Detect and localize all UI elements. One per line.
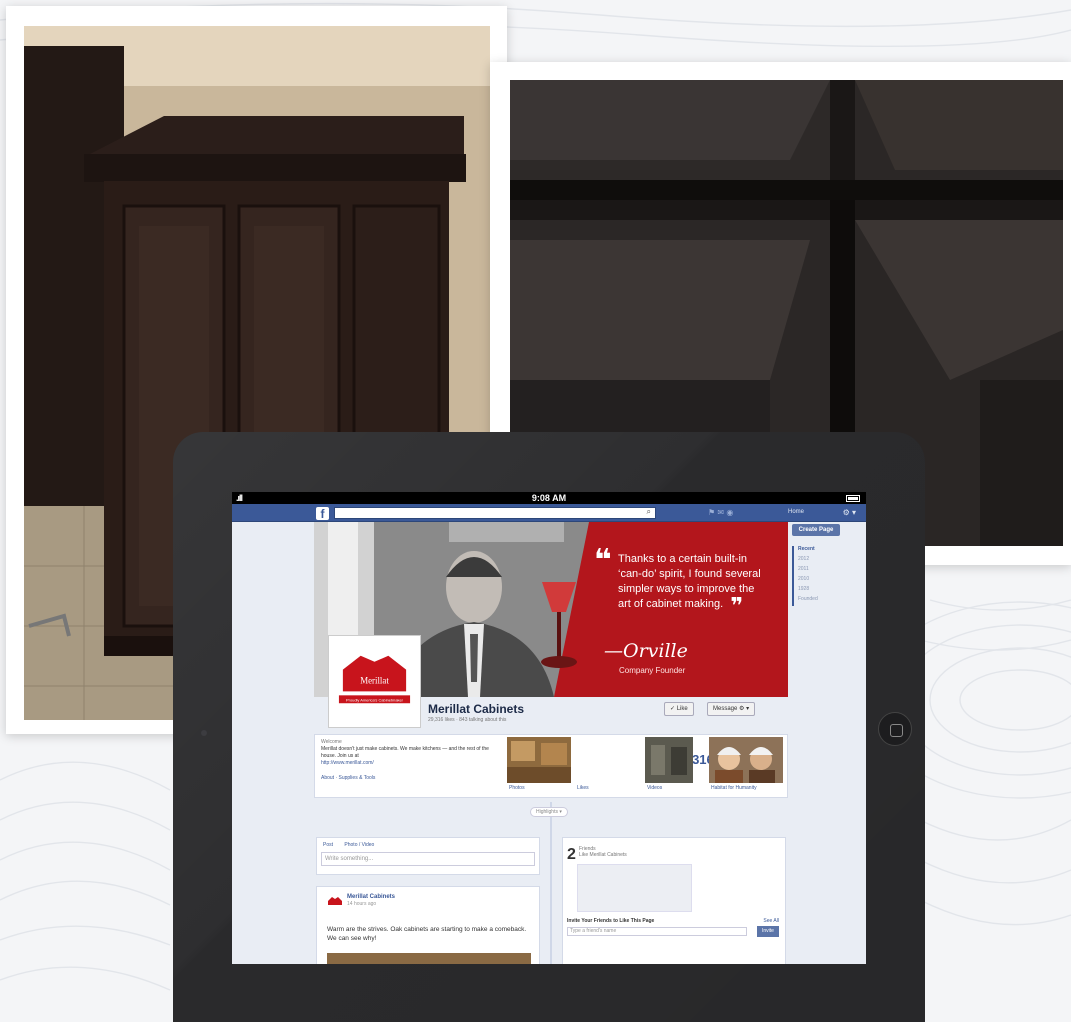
page-stats: 29,316 likes · 843 talking about this	[428, 717, 507, 723]
founder-signature: —Orville	[604, 640, 688, 662]
tablet-device: .ıll 9:08 AM f ⌕ ⚑ ✉ ◉ Home ⚙ ▾ Create P…	[173, 432, 925, 1022]
post-author[interactable]: Merillat Cabinets	[347, 894, 395, 900]
timeline-year-list: Recent 2012 2011 2010 1928 Founded	[792, 546, 852, 606]
invite-title: Invite Your Friends to Like This Page	[567, 918, 655, 924]
see-all-link[interactable]: See All	[763, 918, 779, 924]
highlights-dropdown[interactable]: Highlights ▾	[530, 807, 568, 817]
invite-friend-input[interactable]: Type a friend's name	[567, 927, 747, 936]
friends-line-2[interactable]: Like Merillat Cabinets	[579, 852, 627, 858]
rail-item-2012[interactable]: 2012	[798, 556, 852, 566]
timeline-divider	[550, 802, 552, 964]
merillat-logo: Merillat Proudly America's Cabinetmaker	[333, 640, 416, 723]
merillat-mini-logo	[328, 897, 342, 905]
signal-icon: .ıll	[236, 493, 243, 503]
magnifier-icon[interactable]: ⌕	[647, 507, 651, 517]
composer-tabs: Post Photo / Video	[317, 838, 539, 852]
about-section: Welcome Merillat doesn't just make cabin…	[321, 739, 499, 782]
quote-close-icon: ❞	[730, 593, 744, 618]
rail-item-founded[interactable]: Founded	[798, 596, 852, 606]
facebook-logo-icon[interactable]: f	[316, 507, 329, 521]
friends-count: 2	[567, 846, 576, 863]
habitat-label[interactable]: Habitat for Humanity	[711, 785, 757, 791]
settings-icon[interactable]: ⚙ ▾	[843, 508, 856, 517]
rail-item-1928[interactable]: 1928	[798, 586, 852, 596]
likes-label[interactable]: Likes	[577, 785, 589, 791]
rail-item-2010[interactable]: 2010	[798, 576, 852, 586]
tab-photo-video[interactable]: Photo / Video	[344, 842, 374, 848]
friends-thumbnails	[577, 864, 692, 912]
write-something-input[interactable]: Write something...	[321, 852, 535, 866]
videos-label[interactable]: Videos	[647, 785, 662, 791]
quote-open-icon: ❝	[594, 544, 612, 577]
photos-tile[interactable]	[507, 737, 571, 783]
post-text: Warm are the strives. Oak cabinets are s…	[327, 926, 527, 942]
about-heading: Welcome	[321, 739, 342, 745]
friends-caption: Friends Like Merillat Cabinets	[579, 846, 627, 858]
cover-quote: ❝ Thanks to a certain built-in ‘can-do’ …	[594, 546, 770, 617]
status-bar: .ıll 9:08 AM	[232, 492, 866, 504]
rail-item-recent[interactable]: Recent	[798, 546, 852, 556]
about-text: Merillat doesn't just make cabinets. We …	[321, 746, 489, 759]
post-image[interactable]	[327, 953, 531, 964]
notification-icons[interactable]: ⚑ ✉ ◉	[708, 508, 733, 517]
website-link[interactable]: http://www.merillat.com/	[321, 760, 499, 767]
habitat-tile[interactable]	[709, 737, 783, 783]
create-page-button[interactable]: Create Page	[792, 524, 840, 536]
tablet-screen: .ıll 9:08 AM f ⌕ ⚑ ✉ ◉ Home ⚙ ▾ Create P…	[232, 492, 866, 964]
logo-tagline: Proudly America's Cabinetmaker	[346, 697, 404, 702]
message-button[interactable]: Message ⚙ ▾	[707, 702, 756, 716]
like-button[interactable]: ✓ Like	[664, 702, 694, 716]
home-button[interactable]	[878, 712, 912, 746]
friends-box: 2 Friends Like Merillat Cabinets Invite …	[562, 837, 786, 964]
photos-label[interactable]: Photos	[509, 785, 525, 791]
tab-status[interactable]: Post	[323, 842, 333, 848]
videos-tile[interactable]	[645, 737, 693, 783]
info-row: Welcome Merillat doesn't just make cabin…	[314, 734, 788, 798]
logo-wordmark: Merillat	[360, 675, 389, 685]
signature-title: Company Founder	[619, 666, 686, 675]
message-label: Message	[713, 706, 738, 712]
about-category[interactable]: About · Supplies & Tools	[321, 775, 499, 782]
profile-picture[interactable]: Merillat Proudly America's Cabinetmaker	[328, 635, 421, 728]
page-body: Create Page Recent 2012 2011 2010 1928 F…	[232, 522, 866, 964]
clock: 9:08 AM	[531, 493, 567, 503]
page-title[interactable]: Merillat Cabinets	[428, 702, 524, 716]
invite-button[interactable]: Invite	[757, 926, 779, 937]
timeline-post: Merillat Cabinets 14 hours ago Warm are …	[316, 886, 540, 964]
post-composer: Post Photo / Video Write something...	[316, 837, 540, 875]
facebook-top-bar: f ⌕ ⚑ ✉ ◉ Home ⚙ ▾	[232, 504, 866, 522]
post-timestamp[interactable]: 14 hours ago	[347, 901, 376, 907]
search-input[interactable]: ⌕	[334, 507, 656, 519]
battery-icon	[846, 495, 860, 502]
gear-dropdown-icon[interactable]: ⚙ ▾	[739, 706, 749, 712]
camera-icon	[201, 730, 207, 736]
home-link[interactable]: Home	[788, 509, 804, 515]
rail-item-2011[interactable]: 2011	[798, 566, 852, 576]
timeline-rail: Create Page Recent 2012 2011 2010 1928 F…	[792, 522, 852, 606]
